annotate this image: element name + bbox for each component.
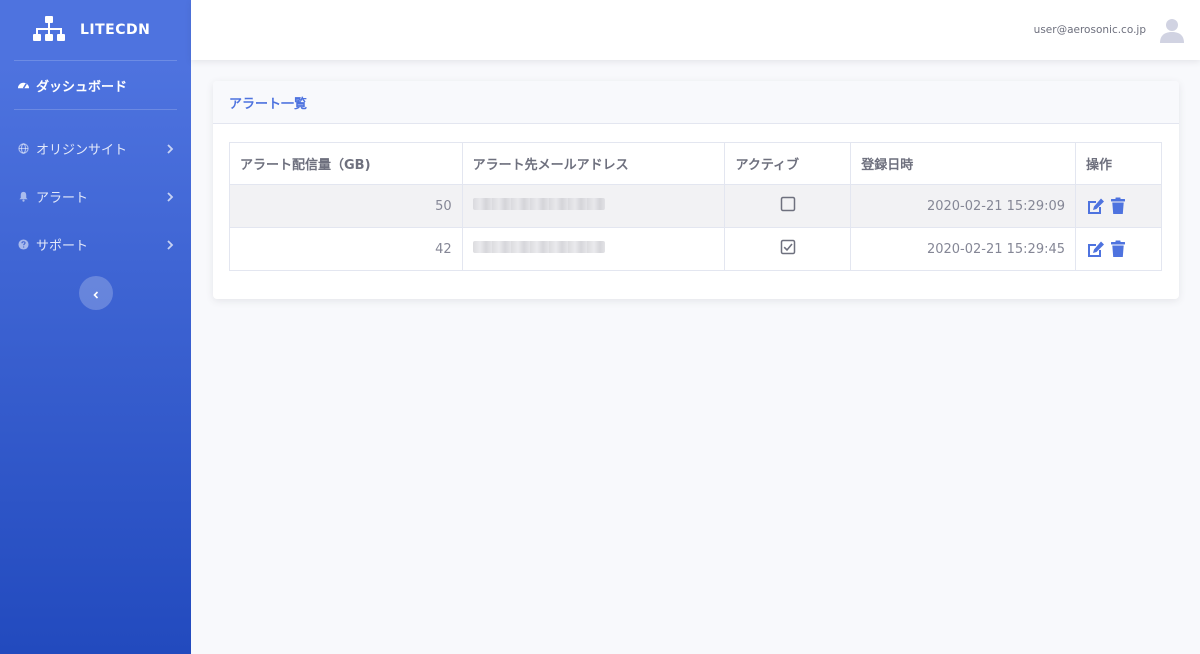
alert-table: アラート配信量（GB) アラート先メールアドレス アクティブ 登録日時 操作 5… (229, 142, 1162, 271)
alert-amount: 50 (229, 184, 463, 228)
question-circle-icon (16, 237, 30, 251)
column-header: 登録日時 (850, 142, 1077, 185)
table-row: 50 2020-02-21 15:29:09 (229, 184, 1162, 228)
sidebar-item-support[interactable]: サポート (0, 220, 191, 268)
active-cell (724, 184, 852, 228)
edit-icon[interactable] (1086, 240, 1106, 258)
table-header-row: アラート配信量（GB) アラート先メールアドレス アクティブ 登録日時 操作 (229, 142, 1162, 185)
card-title: アラート一覧 (229, 96, 308, 112)
sidebar-item-label: ダッシュボード (36, 79, 128, 95)
chevron-right-icon (165, 191, 175, 202)
card-header: アラート一覧 (213, 81, 1179, 124)
user-avatar-icon[interactable] (1158, 16, 1186, 44)
trash-icon[interactable] (1110, 197, 1126, 215)
sidebar-item-label: アラート (36, 190, 89, 206)
column-header: アラート配信量（GB) (229, 142, 463, 185)
operations-cell (1075, 227, 1162, 271)
chevron-right-icon (165, 143, 175, 154)
masked-email (472, 198, 605, 210)
tachometer-icon (16, 78, 30, 92)
chevron-right-icon (165, 239, 175, 250)
sidebar-item-label: サポート (36, 238, 89, 254)
column-header: アラート先メールアドレス (461, 142, 726, 185)
sidebar-item-label: オリジンサイト (36, 142, 128, 158)
sidebar-toggle-button[interactable] (78, 276, 113, 310)
brand-link[interactable]: LITECDN (0, 0, 191, 60)
alert-email (461, 184, 726, 228)
user-email[interactable]: user@aerosonic.co.jp (1034, 24, 1146, 36)
sidebar-item-alert[interactable]: アラート (0, 172, 191, 220)
checked-checkbox-icon[interactable] (780, 239, 796, 255)
operations-cell (1075, 184, 1162, 228)
card-body: アラート配信量（GB) アラート先メールアドレス アクティブ 登録日時 操作 5… (213, 124, 1179, 271)
chevron-left-icon (92, 284, 100, 303)
sidebar-item-origin[interactable]: オリジンサイト (0, 124, 191, 172)
unchecked-checkbox-icon[interactable] (780, 196, 796, 212)
column-header: アクティブ (724, 142, 852, 185)
active-cell (724, 227, 852, 271)
alert-list-card: アラート一覧 アラート配信量（GB) アラート先メールアドレス アクティブ 登録… (213, 81, 1179, 299)
masked-email (472, 241, 605, 253)
sidebar: LITECDN ダッシュボード オリジンサイト アラート サポート (0, 0, 191, 654)
globe-icon (16, 141, 30, 155)
sidebar-item-dashboard[interactable]: ダッシュボード (0, 61, 191, 109)
brand-name: LITECDN (80, 22, 151, 38)
edit-icon[interactable] (1086, 197, 1106, 215)
registered-date: 2020-02-21 15:29:09 (850, 184, 1077, 228)
column-header: 操作 (1075, 142, 1162, 185)
alert-amount: 42 (229, 227, 463, 271)
trash-icon[interactable] (1110, 240, 1126, 258)
bell-icon (16, 189, 30, 203)
alert-email (461, 227, 726, 271)
sitemap-icon (32, 15, 66, 45)
registered-date: 2020-02-21 15:29:45 (850, 227, 1077, 271)
table-row: 42 2020-02-21 15:29:45 (229, 227, 1162, 271)
topbar: user@aerosonic.co.jp (191, 0, 1200, 60)
